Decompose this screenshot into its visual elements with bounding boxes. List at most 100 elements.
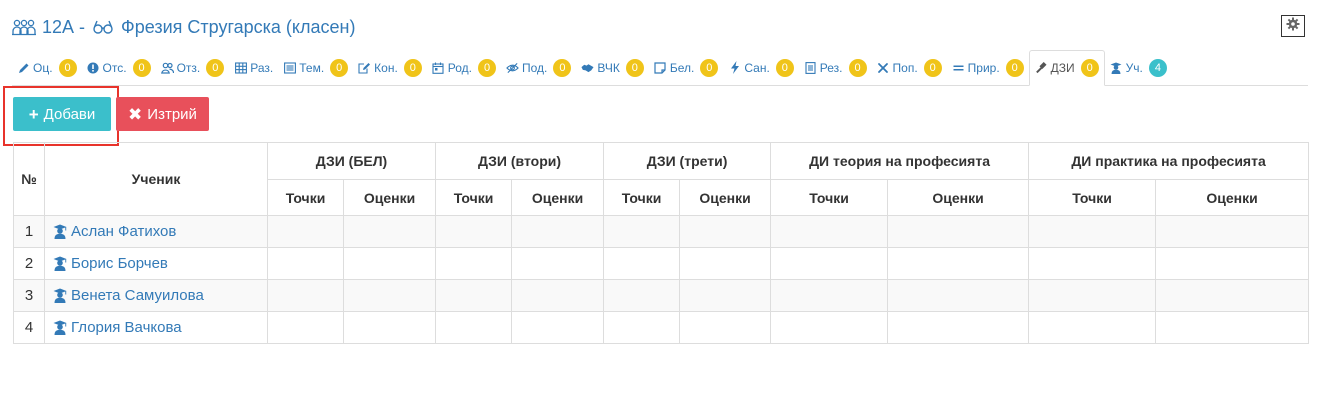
tab-results[interactable]: Рез. 0 [799,50,872,85]
student-link[interactable]: Аслан Фатихов [53,223,267,240]
cell-di-practice-grades[interactable] [1155,247,1310,280]
cell-dzi-third-points[interactable] [603,247,681,280]
student-name: Венета Самуилова [71,287,204,304]
cell-dzi-second-points[interactable] [435,247,513,280]
tab-controls[interactable]: Кон. 0 [353,50,427,85]
student-name: Глория Вачкова [71,319,182,336]
graduate-icon [53,256,67,271]
cell-di-practice-grades[interactable] [1155,311,1310,344]
users-icon [160,61,174,74]
tab-support[interactable]: Под. 0 [501,50,576,85]
cell-dzi-second-grades[interactable] [511,247,605,280]
tab-dzi[interactable]: ДЗИ 0 [1028,50,1105,86]
tab-sanctions[interactable]: Сан. 0 [723,50,798,85]
cell-dzi-bel-points[interactable] [267,215,344,248]
times-icon: ✖ [128,104,143,124]
group-header-dzi-third: ДЗИ (трети) [603,142,772,180]
wrench-icon [877,61,890,74]
cell-di-practice-points[interactable] [1028,279,1157,312]
section-tabs: Оц. 0 Отс. 0 Отз. 0 Раз. Тем. 0 Кон. 0 Р… [12,50,1308,86]
subheader-grades: Оценки [511,179,605,216]
tab-badge: 0 [132,58,151,77]
cell-di-theory-grades[interactable] [887,247,1030,280]
tab-badge: 0 [700,58,719,77]
cell-dzi-third-grades[interactable] [679,247,772,280]
settings-button[interactable] [1281,15,1305,37]
tab-vchk[interactable]: ВЧК 0 [576,50,648,85]
cell-dzi-third-grades[interactable] [679,279,772,312]
cell-di-practice-grades[interactable] [1155,215,1310,248]
cell-dzi-third-points[interactable] [603,279,681,312]
table-row: 2 Борис Борчев [13,247,1310,280]
cell-dzi-second-points[interactable] [435,311,513,344]
dzi-table: № Ученик ДЗИ (БЕЛ) ДЗИ (втори) ДЗИ (трет… [13,142,1310,344]
tab-grades[interactable]: Оц. 0 [12,50,82,85]
group-header-di-practice: ДИ практика на професията [1028,142,1310,180]
cell-dzi-third-grades[interactable] [679,215,772,248]
cell-dzi-bel-grades[interactable] [342,311,437,344]
tab-schedule[interactable]: Раз. [229,50,278,85]
equals-icon [952,61,965,74]
row-number: 4 [13,311,45,344]
add-button[interactable]: + Добави [13,97,111,131]
teacher-name[interactable]: Фрезия Стругарска (класен) [121,17,355,38]
cell-di-theory-points[interactable] [770,215,889,248]
cell-di-practice-points[interactable] [1028,215,1157,248]
student-link[interactable]: Глория Вачкова [53,319,267,336]
cell-dzi-third-points[interactable] [603,215,681,248]
cell-dzi-second-grades[interactable] [511,215,605,248]
student-link[interactable]: Венета Самуилова [53,287,267,304]
cell-dzi-bel-grades[interactable] [342,279,437,312]
page-header: 12А - Фрезия Стругарска (класен) [12,14,355,40]
cell-di-theory-grades[interactable] [887,279,1030,312]
delete-button[interactable]: ✖ Изтрий [116,97,209,131]
tab-badge: 0 [625,58,644,77]
cell-dzi-second-grades[interactable] [511,279,605,312]
cell-dzi-bel-grades[interactable] [342,215,437,248]
tab-badge: 0 [553,58,572,77]
cell-di-theory-points[interactable] [770,311,889,344]
tab-badge: 0 [848,58,867,77]
tab-additions[interactable]: Прир. 0 [947,50,1029,85]
list-alt-icon [283,61,296,74]
tab-badge: 0 [1080,59,1099,77]
cell-di-theory-points[interactable] [770,247,889,280]
cell-dzi-second-points[interactable] [435,215,513,248]
cell-di-practice-points[interactable] [1028,311,1157,344]
group-header-dzi-second: ДЗИ (втори) [435,142,605,180]
tab-corrections[interactable]: Поп. 0 [872,50,947,85]
tab-students[interactable]: Уч. 4 [1105,50,1172,85]
table-row: 1 Аслан Фатихов [13,215,1310,248]
tab-badge: 0 [478,58,497,77]
cell-dzi-bel-points[interactable] [267,247,344,280]
cell-di-practice-grades[interactable] [1155,279,1310,312]
table-row: 4 Глория Вачкова [13,311,1310,344]
cell-dzi-second-grades[interactable] [511,311,605,344]
cell-dzi-bel-points[interactable] [267,311,344,344]
subheader-points: Точки [770,179,889,216]
tab-badge: 0 [923,58,942,77]
student-link[interactable]: Борис Борчев [53,255,267,272]
cell-di-theory-points[interactable] [770,279,889,312]
edit-icon [358,61,371,74]
cell-dzi-third-grades[interactable] [679,311,772,344]
group-icon [12,16,36,38]
cell-di-theory-grades[interactable] [887,215,1030,248]
row-number: 1 [13,215,45,248]
tab-notes[interactable]: Бел. 0 [649,50,724,85]
cell-dzi-second-points[interactable] [435,279,513,312]
cell-dzi-bel-grades[interactable] [342,247,437,280]
tab-remarks[interactable]: Отз. 0 [156,50,230,85]
tab-badge: 0 [58,58,77,77]
table-row: 3 Венета Самуилова [13,279,1310,312]
cell-dzi-third-points[interactable] [603,311,681,344]
subheader-points: Точки [603,179,681,216]
subheader-points: Точки [435,179,513,216]
cell-di-practice-points[interactable] [1028,247,1157,280]
bolt-icon [728,61,741,74]
cell-di-theory-grades[interactable] [887,311,1030,344]
cell-dzi-bel-points[interactable] [267,279,344,312]
tab-parents[interactable]: Род. 0 [427,50,501,85]
tab-topics[interactable]: Тем. 0 [278,50,353,85]
tab-absences[interactable]: Отс. 0 [82,50,156,85]
